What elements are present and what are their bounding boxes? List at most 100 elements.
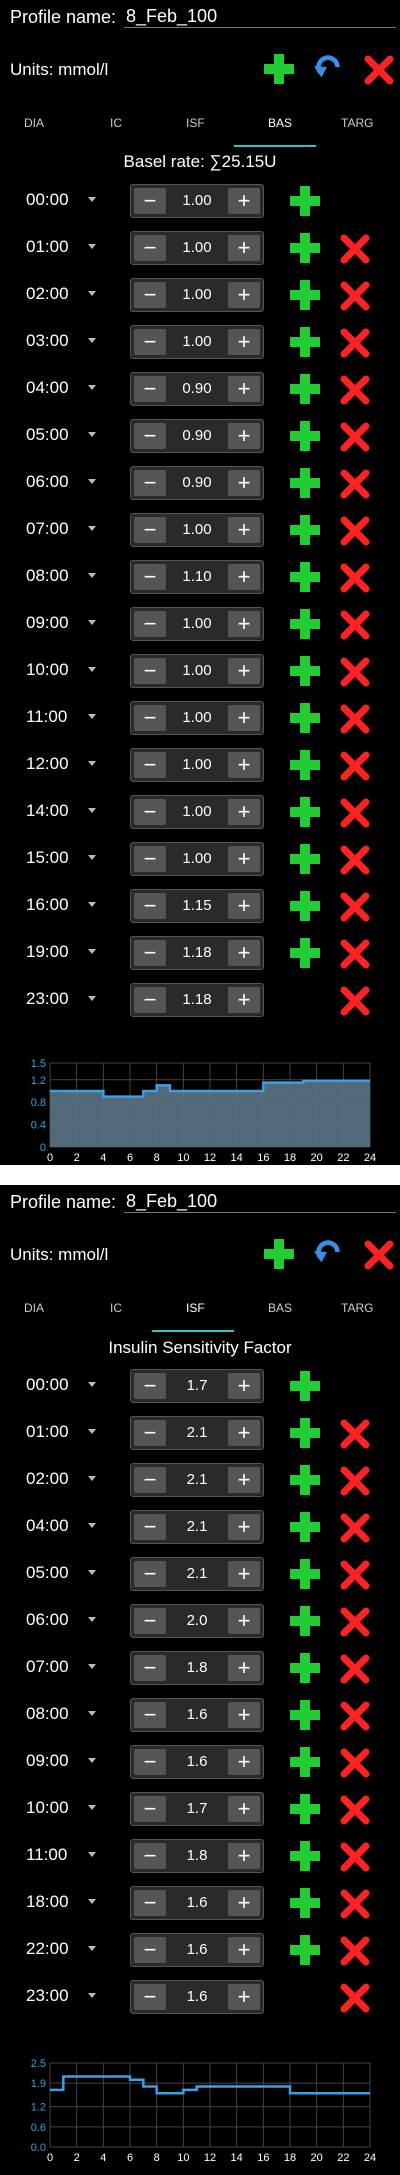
chevron-down-icon[interactable] (88, 1711, 96, 1716)
value-input[interactable]: 1.00 (169, 707, 225, 729)
time-label[interactable]: 07:00 (26, 1657, 69, 1677)
time-label[interactable]: 01:00 (26, 237, 69, 257)
add-row-button[interactable] (288, 1839, 322, 1873)
increment-button[interactable]: + (228, 799, 260, 825)
value-input[interactable]: 1.00 (169, 190, 225, 212)
increment-button[interactable]: + (228, 1655, 260, 1681)
add-row-button[interactable] (288, 842, 322, 876)
add-row-button[interactable] (288, 1369, 322, 1403)
tab-dia[interactable]: DIA (24, 116, 44, 130)
chevron-down-icon[interactable] (88, 855, 96, 860)
time-label[interactable]: 12:00 (26, 754, 69, 774)
chevron-down-icon[interactable] (88, 385, 96, 390)
increment-button[interactable]: + (228, 1420, 260, 1446)
add-row-button[interactable] (288, 748, 322, 782)
decrement-button[interactable]: − (134, 517, 166, 543)
increment-button[interactable]: + (228, 893, 260, 919)
add-row-button[interactable] (288, 1698, 322, 1732)
time-label[interactable]: 09:00 (26, 1751, 69, 1771)
increment-button[interactable]: + (228, 517, 260, 543)
chevron-down-icon[interactable] (88, 996, 96, 1001)
chevron-down-icon[interactable] (88, 1476, 96, 1481)
add-row-button[interactable] (288, 1886, 322, 1920)
value-input[interactable]: 1.6 (169, 1939, 225, 1961)
add-row-button[interactable] (288, 1557, 322, 1591)
tab-ic[interactable]: IC (110, 1301, 122, 1315)
value-input[interactable]: 2.1 (169, 1469, 225, 1491)
delete-row-button[interactable] (340, 1607, 370, 1637)
value-input[interactable]: 1.8 (169, 1845, 225, 1867)
add-row-button[interactable] (288, 1933, 322, 1967)
chevron-down-icon[interactable] (88, 244, 96, 249)
delete-row-button[interactable] (340, 657, 370, 687)
chevron-down-icon[interactable] (88, 1852, 96, 1857)
increment-button[interactable]: + (228, 1749, 260, 1775)
increment-button[interactable]: + (228, 1702, 260, 1728)
chevron-down-icon[interactable] (88, 338, 96, 343)
value-input[interactable]: 1.18 (169, 942, 225, 964)
add-row-button[interactable] (288, 1463, 322, 1497)
add-row-button[interactable] (288, 231, 322, 265)
value-input[interactable]: 1.7 (169, 1798, 225, 1820)
delete-row-button[interactable] (340, 516, 370, 546)
add-row-button[interactable] (288, 184, 322, 218)
decrement-button[interactable]: − (134, 1467, 166, 1493)
delete-row-button[interactable] (340, 1560, 370, 1590)
increment-button[interactable]: + (228, 470, 260, 496)
increment-button[interactable]: + (228, 1843, 260, 1869)
decrement-button[interactable]: − (134, 799, 166, 825)
value-input[interactable]: 1.15 (169, 895, 225, 917)
decrement-button[interactable]: − (134, 423, 166, 449)
chevron-down-icon[interactable] (88, 1570, 96, 1575)
increment-button[interactable]: + (228, 1890, 260, 1916)
value-input[interactable]: 2.0 (169, 1610, 225, 1632)
time-label[interactable]: 02:00 (26, 1469, 69, 1489)
value-input[interactable]: 1.6 (169, 1986, 225, 2008)
delete-row-button[interactable] (340, 1466, 370, 1496)
tab-ic[interactable]: IC (110, 116, 122, 130)
add-row-button[interactable] (288, 372, 322, 406)
increment-button[interactable]: + (228, 1373, 260, 1399)
time-label[interactable]: 05:00 (26, 425, 69, 445)
time-label[interactable]: 18:00 (26, 1892, 69, 1912)
increment-button[interactable]: + (228, 846, 260, 872)
chevron-down-icon[interactable] (88, 1993, 96, 1998)
increment-button[interactable]: + (228, 423, 260, 449)
decrement-button[interactable]: − (134, 470, 166, 496)
decrement-button[interactable]: − (134, 1608, 166, 1634)
decrement-button[interactable]: − (134, 1843, 166, 1869)
add-row-button[interactable] (288, 1510, 322, 1544)
add-row-button[interactable] (288, 1416, 322, 1450)
chevron-down-icon[interactable] (88, 808, 96, 813)
add-profile-button[interactable] (262, 52, 296, 86)
time-label[interactable]: 03:00 (26, 331, 69, 351)
increment-button[interactable]: + (228, 705, 260, 731)
chevron-down-icon[interactable] (88, 479, 96, 484)
time-label[interactable]: 06:00 (26, 472, 69, 492)
chevron-down-icon[interactable] (88, 291, 96, 296)
value-input[interactable]: 1.6 (169, 1892, 225, 1914)
delete-row-button[interactable] (340, 1513, 370, 1543)
add-row-button[interactable] (288, 513, 322, 547)
increment-button[interactable]: + (228, 1467, 260, 1493)
increment-button[interactable]: + (228, 658, 260, 684)
chevron-down-icon[interactable] (88, 1664, 96, 1669)
value-input[interactable]: 2.1 (169, 1516, 225, 1538)
increment-button[interactable]: + (228, 752, 260, 778)
value-input[interactable]: 1.7 (169, 1375, 225, 1397)
delete-profile-button[interactable] (364, 1240, 398, 1274)
decrement-button[interactable]: − (134, 1749, 166, 1775)
delete-row-button[interactable] (340, 1748, 370, 1778)
add-row-button[interactable] (288, 889, 322, 923)
chevron-down-icon[interactable] (88, 1429, 96, 1434)
chevron-down-icon[interactable] (88, 1758, 96, 1763)
profile-name-input[interactable]: 8_Feb_100 (124, 1189, 396, 1213)
decrement-button[interactable]: − (134, 752, 166, 778)
chevron-down-icon[interactable] (88, 432, 96, 437)
increment-button[interactable]: + (228, 564, 260, 590)
delete-row-button[interactable] (340, 610, 370, 640)
delete-row-button[interactable] (340, 281, 370, 311)
add-row-button[interactable] (288, 419, 322, 453)
add-row-button[interactable] (288, 654, 322, 688)
chevron-down-icon[interactable] (88, 714, 96, 719)
